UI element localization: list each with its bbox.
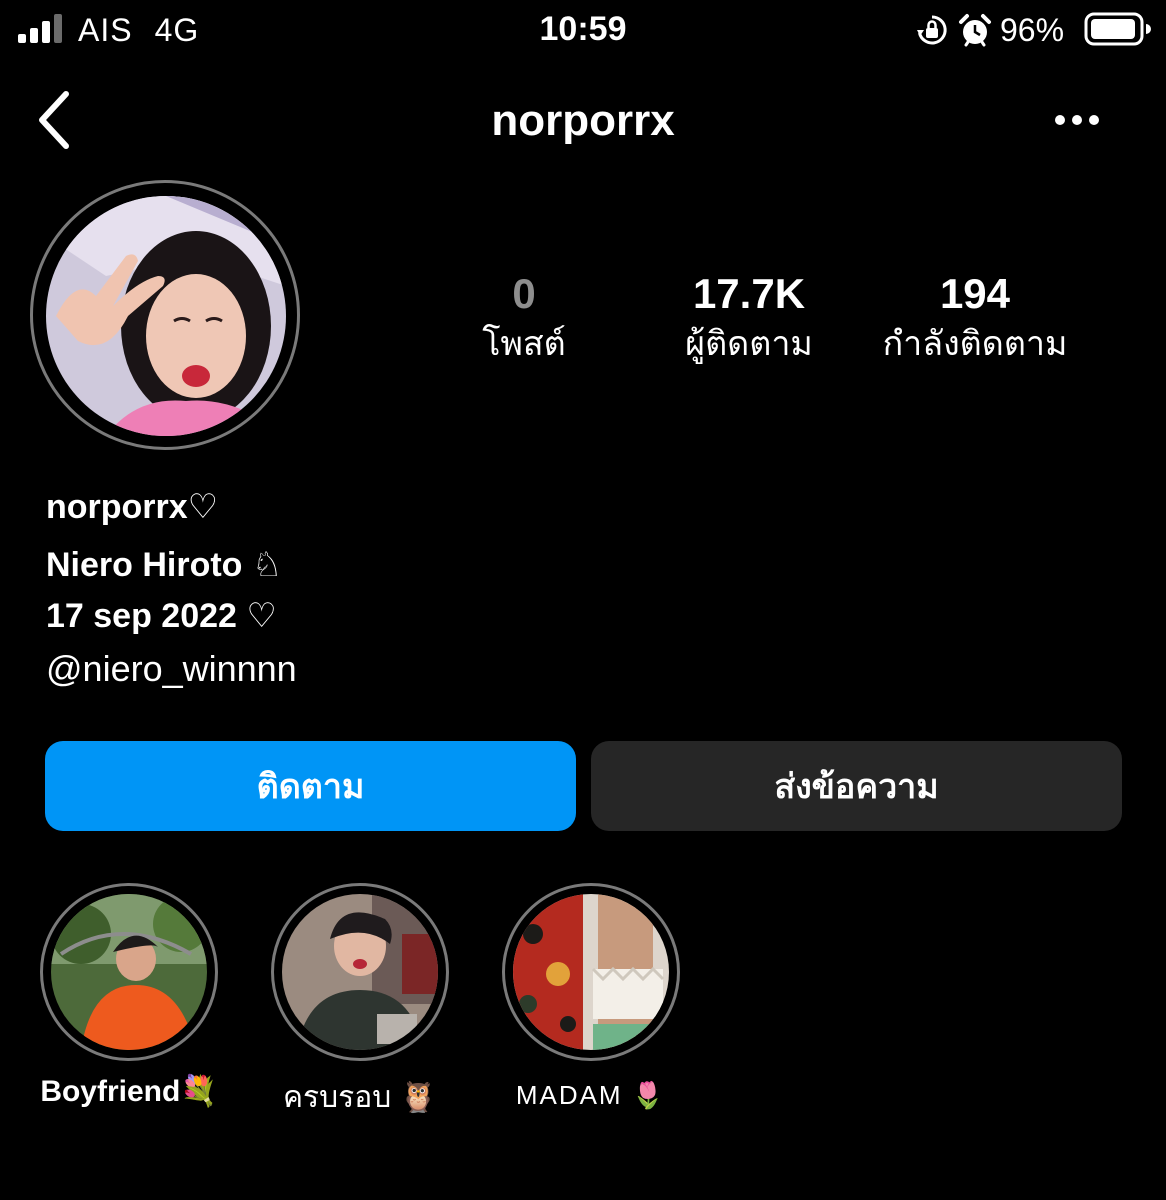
- profile-username-title: norporrx: [491, 96, 675, 145]
- highlight-cover[interactable]: [513, 894, 669, 1050]
- more-options-icon[interactable]: [1054, 110, 1100, 130]
- battery-icon: [1084, 12, 1151, 46]
- highlight-label: MADAM 🌷: [515, 1080, 667, 1110]
- rotation-lock-icon: [917, 15, 947, 45]
- stat-following[interactable]: 194 กำลังติดตาม: [855, 272, 1095, 372]
- posts-count: 0: [512, 270, 536, 317]
- followers-count: 17.7K: [692, 270, 806, 317]
- following-label: กำลังติดตาม: [882, 325, 1068, 363]
- bio-date: 17 sep 2022 ♡: [46, 597, 277, 635]
- bio-mention-link[interactable]: @niero_winnnn: [46, 648, 297, 690]
- follow-button[interactable]: ติดตาม: [45, 741, 576, 831]
- battery-percent: 96%: [1000, 12, 1065, 48]
- alarm-clock-icon: [959, 14, 991, 47]
- stat-followers[interactable]: 17.7K ผู้ติดตาม: [629, 272, 869, 372]
- highlight-label: ครบรอบ 🦉: [282, 1081, 438, 1114]
- highlight-cover[interactable]: [51, 894, 207, 1050]
- highlight-label: Boyfriend💐: [40, 1075, 218, 1108]
- bio-display-name: Niero Hiroto ♘: [46, 546, 283, 584]
- stat-posts[interactable]: 0 โพสต์: [404, 272, 644, 372]
- message-button[interactable]: ส่งข้อความ: [591, 741, 1122, 831]
- profile-avatar[interactable]: [46, 196, 286, 436]
- highlight-cover[interactable]: [282, 894, 438, 1050]
- bio-username: norporrx♡: [46, 488, 219, 526]
- status-bar: AIS 4G 10:59 96%: [0, 0, 1166, 60]
- posts-label: โพสต์: [482, 325, 566, 363]
- followers-label: ผู้ติดตาม: [685, 325, 813, 363]
- following-count: 194: [939, 270, 1011, 317]
